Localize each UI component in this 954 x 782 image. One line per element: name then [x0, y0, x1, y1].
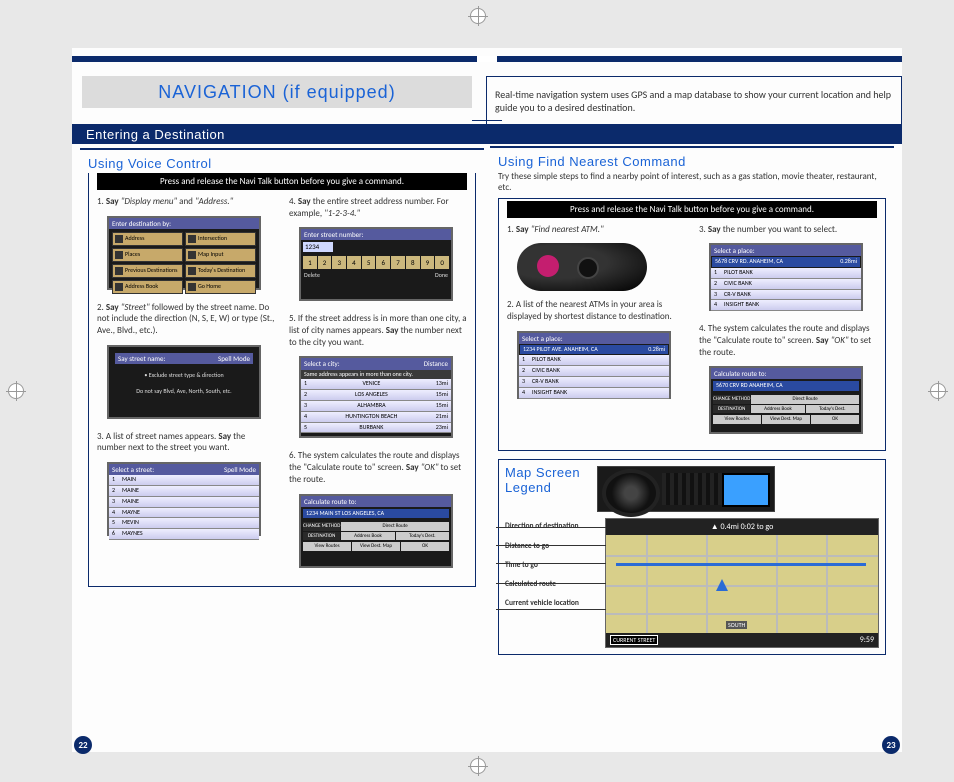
- section-header-right-rule: [490, 124, 902, 144]
- voice-step-5: 5. If the street address is in more than…: [289, 313, 467, 348]
- select-place-screenshot-a: Select a place: 1234 PILOT AVE. ANAHEIM,…: [517, 331, 671, 399]
- top-rule-right: [487, 56, 902, 62]
- map-screenshot: ▲ 0.4mi 0:02 to go SOUTH CURRENT STREET …: [605, 518, 879, 648]
- find-heading: Using Find Nearest Command: [498, 154, 894, 169]
- select-street-screenshot: Select a street:Spell Mode 1MAIN 2MAINE …: [107, 462, 261, 536]
- say-street-screenshot: Say street name:Spell Mode • Exclude str…: [107, 345, 261, 419]
- dashboard-photo: [597, 466, 775, 512]
- select-city-screenshot: Select a city:Distance Same address appe…: [299, 356, 453, 438]
- calculate-route-screenshot-b: Calculate route to: 5670 CRV RD ANAHEIM,…: [709, 366, 863, 434]
- map-top-strip: ▲ 0.4mi 0:02 to go: [606, 519, 878, 535]
- voice-instruction-strip: Press and release the Navi Talk button b…: [97, 173, 467, 190]
- voice-steps-col-b: 4. Say the entire street address number.…: [289, 196, 467, 580]
- top-rule-left: [72, 56, 487, 62]
- enter-street-number-screenshot: Enter street number: 1234 1234567890 Del…: [299, 227, 453, 301]
- map-route-line: [616, 563, 866, 566]
- find-instruction-strip: Press and release the Navi Talk button b…: [507, 201, 877, 218]
- voice-heading: Using Voice Control: [88, 156, 484, 171]
- section-header: Entering a Destination: [72, 124, 490, 144]
- voice-step-1: 1. Say "Display menu" and "Address.": [97, 196, 275, 208]
- legend-item: Current vehicle location: [505, 600, 615, 608]
- find-step-3: 3. Say the number you want to select.: [699, 224, 877, 236]
- right-column: Using Find Nearest Command Try these sim…: [490, 148, 894, 728]
- legend-item: Distance to go: [505, 543, 615, 551]
- find-intro: Try these simple steps to find a nearby …: [498, 171, 886, 194]
- page-number-left: 22: [74, 736, 92, 754]
- page-number-right: 23: [882, 736, 900, 754]
- page-spread: NAVIGATION (if equipped) Real-time navig…: [72, 48, 902, 752]
- find-steps-col-b: 3. Say the number you want to select. Se…: [699, 224, 877, 447]
- key-fob-photo: [517, 243, 647, 291]
- find-step-1: 1. Say "Find nearest ATM.": [507, 224, 685, 236]
- legend-title: Map Screen Legend: [505, 466, 591, 512]
- page-title: NAVIGATION (if equipped): [82, 76, 472, 108]
- voice-step-4: 4. Say the entire street address number.…: [289, 196, 467, 219]
- voice-step-3: 3. A list of street names appears. Say t…: [97, 431, 275, 454]
- vehicle-icon: [716, 579, 728, 591]
- voice-steps-col-a: 1. Say "Display menu" and "Address." Ent…: [97, 196, 275, 580]
- map-bottom-strip: CURRENT STREET 9:59: [606, 633, 878, 647]
- legend-list: Direction of destination Distance to go …: [505, 516, 615, 619]
- voice-step-2: 2. Say "Street" followed by the street n…: [97, 302, 275, 337]
- page-description: Real-time navigation system uses GPS and…: [486, 76, 902, 126]
- enter-destination-screenshot: Enter destination by: Address Intersecti…: [107, 216, 261, 290]
- find-steps-col-a: 1. Say "Find nearest ATM." 2. A list of …: [507, 224, 685, 447]
- select-place-screenshot-b: Select a place: 5678 CRV RD. ANAHEIM, CA…: [709, 243, 863, 311]
- compass-label: SOUTH: [726, 621, 747, 629]
- find-step-2: 2. A list of the nearest ATMs in your ar…: [507, 299, 685, 322]
- calculate-route-screenshot: Calculate route to: 1234 MAIN ST LOS ANG…: [299, 494, 453, 568]
- map-legend-box: Map Screen Legend Direction of destinati…: [498, 459, 886, 655]
- find-step-4: 4. The system calculates the route and d…: [699, 323, 877, 358]
- legend-item: Calculated route: [505, 581, 615, 589]
- left-column: Using Voice Control Press and release th…: [80, 148, 484, 728]
- voice-step-6: 6. The system calculates the route and d…: [289, 450, 467, 485]
